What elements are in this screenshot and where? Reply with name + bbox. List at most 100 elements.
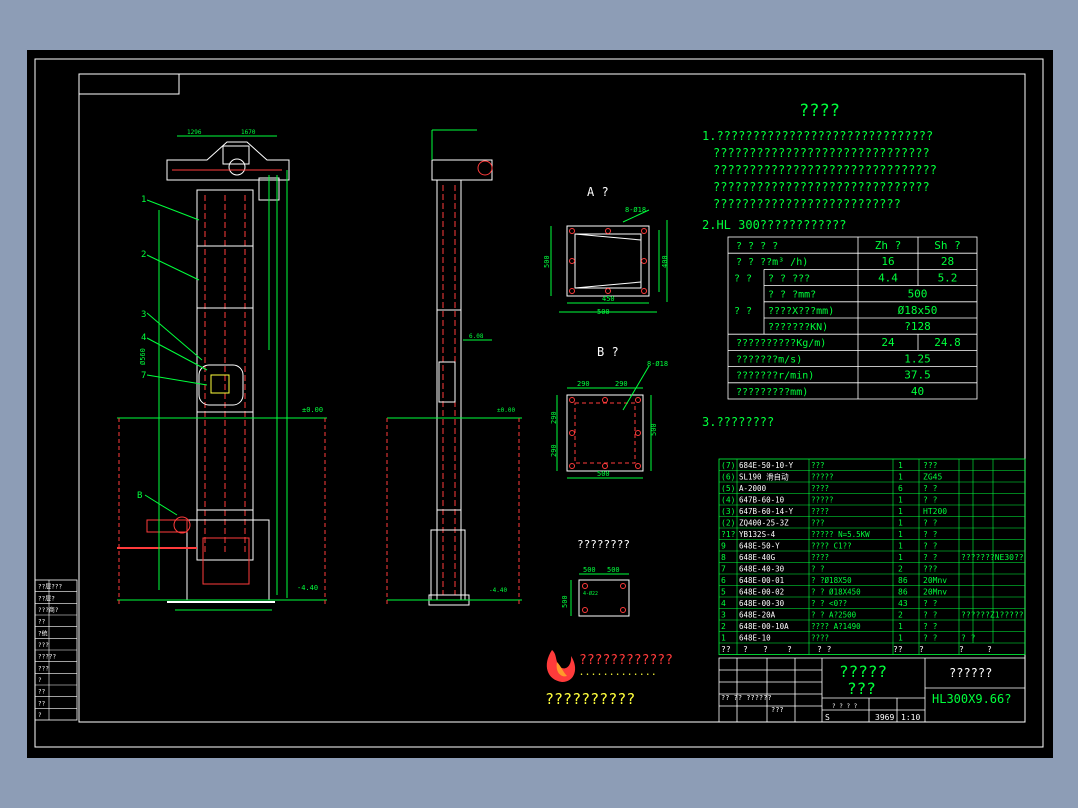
leader-d560: Ø560	[139, 348, 147, 365]
f-dim-b: 500	[607, 566, 620, 574]
bom-cell: 1	[898, 507, 903, 516]
bom-cell: ZQ400-25-3Z	[739, 519, 789, 528]
param-value-zh: 16	[881, 255, 894, 268]
bom-header-cell: ?	[763, 645, 768, 654]
bom-cell: ???? A?1490	[811, 622, 861, 631]
tb-misc-2: ? ? ? ?	[832, 703, 858, 710]
param-value-sh: Sh ?	[934, 239, 961, 252]
bom-cell: 20Mnv	[923, 588, 947, 597]
bom-cell: 1	[898, 473, 903, 482]
param-label: ????X???mm)	[768, 306, 834, 317]
bom-cell: 648E-40-30	[739, 565, 785, 574]
b-dim-290b: 290	[615, 380, 628, 388]
bom-cell: ? ?Ø18X50	[811, 576, 852, 585]
param-label: ? ? ???	[768, 273, 810, 284]
flame-icon	[546, 650, 576, 682]
bom-cell: ? ? Ø18X450	[811, 588, 861, 597]
bom-cell: 648E-00-30	[739, 599, 785, 608]
weight: 3969	[875, 713, 894, 722]
bom-cell: 648E-00-02	[739, 588, 784, 597]
param-label: ? ? ?mm?	[768, 290, 816, 301]
bom-cell: ? ?	[923, 519, 938, 528]
bom-cell: 3	[721, 611, 726, 620]
note-section-3: 3.????????	[702, 415, 774, 429]
dim-1670: 1670	[241, 129, 256, 136]
bom-cell: ????	[811, 507, 829, 516]
bom-cell: ? ?	[923, 530, 938, 539]
bom-cell: ? ?	[923, 611, 938, 620]
bom-cell: 1	[898, 622, 903, 631]
bom-header-cell: ?	[743, 645, 748, 654]
bom-cell: 86	[898, 588, 908, 597]
strip-cell: ??层???	[38, 584, 62, 591]
strip-cell: ??	[38, 619, 46, 626]
param-value-sh: 5.2	[938, 271, 958, 284]
parameter-table: ? ? ? ? Zh ? Sh ? ? ? ??m³ /h) 16 28 ? ? ??? 4.…	[727, 236, 978, 400]
bom-cell: ? ? <0??	[811, 599, 847, 608]
drawing-number: HL300X9.66?	[932, 692, 1011, 706]
bom-cell: ?????	[811, 496, 834, 505]
note-line-1: 1.??????????????????????????????	[702, 129, 933, 143]
bom-cell: ?????	[811, 473, 834, 482]
bom-header-cell: ?	[959, 645, 964, 654]
bom-cell: 1	[898, 461, 903, 470]
bom-cell: ???	[811, 519, 825, 528]
side-view-labels: 6.08 ±0.00 -4.40	[469, 333, 515, 594]
param-value-sh: 28	[941, 255, 954, 268]
bom-cell: 1	[898, 530, 903, 539]
title-block-text: ????? ??? ?????? HL300X9.66? 3969 1:10 S…	[721, 662, 1011, 722]
note-line-5: ??????????????????????????	[713, 197, 901, 211]
f-dim-a: 500	[583, 566, 596, 574]
bom-cell: ????	[811, 553, 829, 562]
notes-title: ????	[799, 101, 840, 121]
param-value-zh: Zh ?	[875, 239, 902, 252]
param-value-sh: 24.8	[934, 336, 961, 349]
bom-header-cell: ?	[919, 645, 924, 654]
view-b-labels: B ? 290 290 500 290 290 500 8-Ø18	[550, 345, 668, 478]
view-a-labels: A ? 450 500 500 400 8-Ø18	[543, 185, 669, 316]
bom-cell: ???	[923, 461, 938, 470]
param-group-1: ? ?	[734, 274, 752, 285]
bom-cell: (2)	[721, 519, 735, 528]
sign-label: ?? ?? ??????	[721, 694, 772, 702]
dim-608: 6.08	[469, 333, 484, 340]
bom-cell: 86	[898, 576, 908, 585]
b-dim-290c: 290	[550, 411, 558, 424]
bom-cell: ????? N=5.5KW	[811, 530, 870, 539]
bom-cell: (4)	[721, 496, 735, 505]
param-value: 500	[908, 288, 928, 301]
param-group-2: ? ?	[734, 306, 752, 317]
drawing-name-2: ???	[847, 679, 876, 698]
f-dim-c: 500	[561, 595, 569, 608]
level-minus: -4.40	[297, 584, 318, 592]
f-holes: 4-Ø22	[583, 590, 598, 597]
note-section-2: 2.HL 300????????????	[702, 218, 847, 232]
bom-cell: ? ?	[923, 622, 938, 631]
bom-header-cell: ??	[893, 645, 903, 654]
bom-cell: ? ?	[961, 634, 976, 643]
bom-header-cell: ? ?	[817, 645, 832, 654]
bom-cell: 7	[721, 565, 726, 574]
bom-table: (7) 684E-50-10-Y??? 1 ???(6) SL190 滑自动????? 1…	[718, 458, 1026, 655]
strip-cell: ??层?	[38, 595, 55, 602]
a-dim-400: 400	[661, 255, 669, 268]
bom-cell: 2	[898, 565, 903, 574]
bom-cell: ? ?	[923, 634, 938, 643]
bom-cell: (5)	[721, 484, 735, 493]
bom-cell: 647B-60-10	[739, 496, 785, 505]
bom-cell: ? ?	[923, 484, 938, 493]
view-a-title: A ?	[587, 185, 609, 199]
bom-cell: SL190 滑自动	[739, 472, 789, 482]
strip-cell: ???	[38, 642, 49, 649]
bom-cell: 648E-40G	[739, 553, 776, 562]
side-level-minus: -4.40	[489, 587, 507, 594]
bom-cell: 4	[721, 599, 726, 608]
side-level-zero: ±0.00	[497, 407, 515, 414]
bom-cell: 6	[898, 484, 903, 493]
s-mark: S	[825, 713, 830, 722]
param-value: 37.5	[904, 369, 931, 382]
strip-cell: ?????	[38, 654, 56, 661]
bom-cell: 43	[898, 599, 908, 608]
bom-cell: ? ?	[923, 553, 938, 562]
view-b-title: B ?	[597, 345, 619, 359]
